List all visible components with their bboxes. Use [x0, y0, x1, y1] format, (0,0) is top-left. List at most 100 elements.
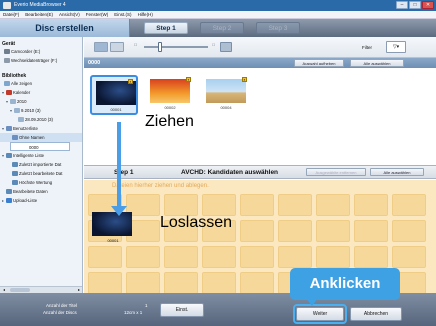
- sidebar-item-label: Ohne Namen: [19, 135, 45, 140]
- menu-view[interactable]: Ansicht(V): [59, 11, 80, 18]
- settings-button[interactable]: Einst.: [160, 303, 204, 317]
- sidebar-item-unnamed[interactable]: Ohne Namen: [0, 133, 82, 142]
- edited-data-icon: [6, 189, 12, 195]
- sidebar-item-upload[interactable]: ▸ Upload-Liste: [0, 196, 82, 205]
- minimize-button[interactable]: –: [396, 1, 408, 9]
- drop-slot: [278, 194, 312, 216]
- drag-arrow-line: [117, 122, 121, 212]
- drop-slot: [202, 194, 236, 216]
- dropped-thumbnail[interactable]: 00001: [92, 212, 134, 244]
- thumbnail-item[interactable]: ▪ 00001: [90, 75, 138, 115]
- filter-label: Filter: [362, 45, 372, 50]
- deselect-button[interactable]: Auswahl aufheben: [294, 59, 344, 67]
- sidebar-item-recent-import[interactable]: Zuletzt importierte Dat: [0, 160, 82, 169]
- user-list-icon: [6, 126, 12, 132]
- maximize-button[interactable]: □: [409, 1, 421, 9]
- calendar-month-icon: [14, 108, 20, 114]
- thumbnail-caption: 00001: [107, 238, 119, 243]
- sidebar-item-new-list-edit[interactable]: 0000: [10, 142, 70, 151]
- remove-selected-button[interactable]: Ausgewählte entfernen: [306, 168, 366, 176]
- removable-disk-icon: [4, 58, 10, 64]
- sidebar-item-top-rating[interactable]: Höchste Wertung: [0, 178, 82, 187]
- menu-window[interactable]: Fenster(W): [86, 11, 109, 18]
- sidebar-item-userlist[interactable]: ▾ Benutzerliste: [0, 124, 82, 133]
- sidebar-section-library: Bibliothek: [2, 73, 27, 79]
- scrollbar-thumb[interactable]: [10, 288, 30, 292]
- sidebar-horizontal-scrollbar[interactable]: ◂ ▸: [0, 286, 82, 293]
- drop-slot: [202, 272, 236, 293]
- close-button[interactable]: ✕: [422, 1, 434, 9]
- sidebar-item-label: Intelligente Liste: [13, 153, 45, 158]
- drop-annotation: Loslassen: [160, 214, 233, 231]
- upload-icon: [6, 198, 12, 204]
- list-view-button[interactable]: [110, 42, 124, 52]
- sidebar-item-label: 28.09.2010 (3): [25, 117, 53, 122]
- select-all-button[interactable]: Alle auswählen: [350, 59, 404, 67]
- drop-slot: [240, 194, 274, 216]
- drop-slot: [392, 220, 426, 242]
- sidebar-item-edited[interactable]: Bearbeitete Daten: [0, 187, 82, 196]
- drop-slot: [354, 194, 388, 216]
- filter-dropdown[interactable]: ▽▾: [386, 41, 406, 53]
- thumbnail-caption: 00004: [220, 105, 232, 110]
- sidebar-item-smartlist[interactable]: ▾ Intelligente Liste: [0, 151, 82, 160]
- sidebar-item-label: Höchste Wertung: [19, 180, 53, 185]
- menu-file[interactable]: Datei(F): [3, 11, 19, 18]
- smart-list-icon: [12, 171, 18, 177]
- source-thumbnail-area: ▪ 00001 ▪ 00002 ▪ 00004: [84, 68, 436, 162]
- sidebar-item-label: Benutzerliste: [13, 126, 38, 131]
- sidebar-item-day[interactable]: 28.09.2010 (3): [0, 115, 82, 124]
- drop-slot: [240, 220, 274, 242]
- sidebar-item-label: Upload-Liste: [13, 198, 38, 203]
- sidebar-item-recent-edit[interactable]: Zuletzt bearbeitete Dat: [0, 169, 82, 178]
- step-1-tab: Step 1: [144, 22, 188, 34]
- drop-slot: [316, 194, 350, 216]
- sidebar-item-removable[interactable]: Wechseldatenträger (F:): [0, 56, 82, 65]
- smart-list-icon: [12, 180, 18, 186]
- sidebar-item-calendar[interactable]: ▾ Kalender: [0, 88, 82, 97]
- sidebar-item-label[interactable]: 0000: [29, 145, 39, 150]
- drop-slot: [278, 246, 312, 268]
- sidebar-item-label: Zuletzt bearbeitete Dat: [19, 171, 63, 176]
- zoom-small-icon: ☐: [134, 43, 138, 47]
- callout-tail: [306, 298, 318, 306]
- thumbnail-item[interactable]: ▪ 00002: [146, 75, 194, 115]
- thumbnail-caption: 00002: [164, 105, 176, 110]
- drop-slot: [126, 246, 160, 268]
- app-logo-icon: [3, 2, 11, 9]
- drop-slot: [164, 272, 198, 293]
- thumbnail-view-button[interactable]: [94, 42, 108, 52]
- menu-help[interactable]: Hilfe(H): [138, 11, 153, 18]
- sidebar-item-label: Camcorder (E:): [11, 49, 41, 54]
- menu-edit[interactable]: Bearbeiten(E): [25, 11, 53, 18]
- sidebar-item-month[interactable]: ▾ 9.2010 (3): [0, 106, 82, 115]
- drop-slot: [88, 272, 122, 293]
- drop-hint-text: Dateien hierher ziehen und ablegen.: [112, 183, 209, 189]
- preview-icon[interactable]: [220, 42, 232, 52]
- page-title: Disc erstellen: [0, 19, 130, 37]
- zoom-slider[interactable]: [144, 42, 208, 52]
- sidebar-item-year[interactable]: ▾ 2010: [0, 97, 82, 106]
- sidebar-item-all[interactable]: Alle zeigen: [0, 79, 82, 88]
- source-title: 0000: [88, 60, 101, 66]
- zoom-large-icon: ☐: [212, 43, 216, 47]
- drop-slot: [278, 220, 312, 242]
- sidebar-item-camcorder[interactable]: Camcorder (E:): [0, 47, 82, 56]
- zoom-slider-knob[interactable]: [158, 42, 162, 52]
- drop-slot: [354, 246, 388, 268]
- target-title: AVCHD: Kandidaten auswählen: [181, 169, 279, 176]
- titles-count-label: Anzahl der Titel: [46, 303, 78, 308]
- click-callout: Anklicken: [290, 268, 400, 300]
- window-titlebar: Everio MediaBrowser 4 – □ ✕: [0, 0, 436, 11]
- video-thumbnail-image: [150, 79, 190, 103]
- sidebar-item-label: Wechseldatenträger (F:): [11, 58, 58, 63]
- cancel-button[interactable]: Abbrechen: [350, 307, 402, 321]
- drop-slot: [240, 272, 274, 293]
- drag-annotation: Ziehen: [145, 113, 194, 130]
- target-select-all-button[interactable]: Alle auswählen: [370, 168, 424, 176]
- thumbnail-item[interactable]: ▪ 00004: [202, 75, 250, 115]
- next-button-highlight: [293, 304, 347, 324]
- calendar-day-icon: [18, 117, 24, 123]
- target-header: Step 1 AVCHD: Kandidaten auswählen Ausge…: [84, 165, 436, 179]
- menu-settings[interactable]: Einst.(S): [114, 11, 131, 18]
